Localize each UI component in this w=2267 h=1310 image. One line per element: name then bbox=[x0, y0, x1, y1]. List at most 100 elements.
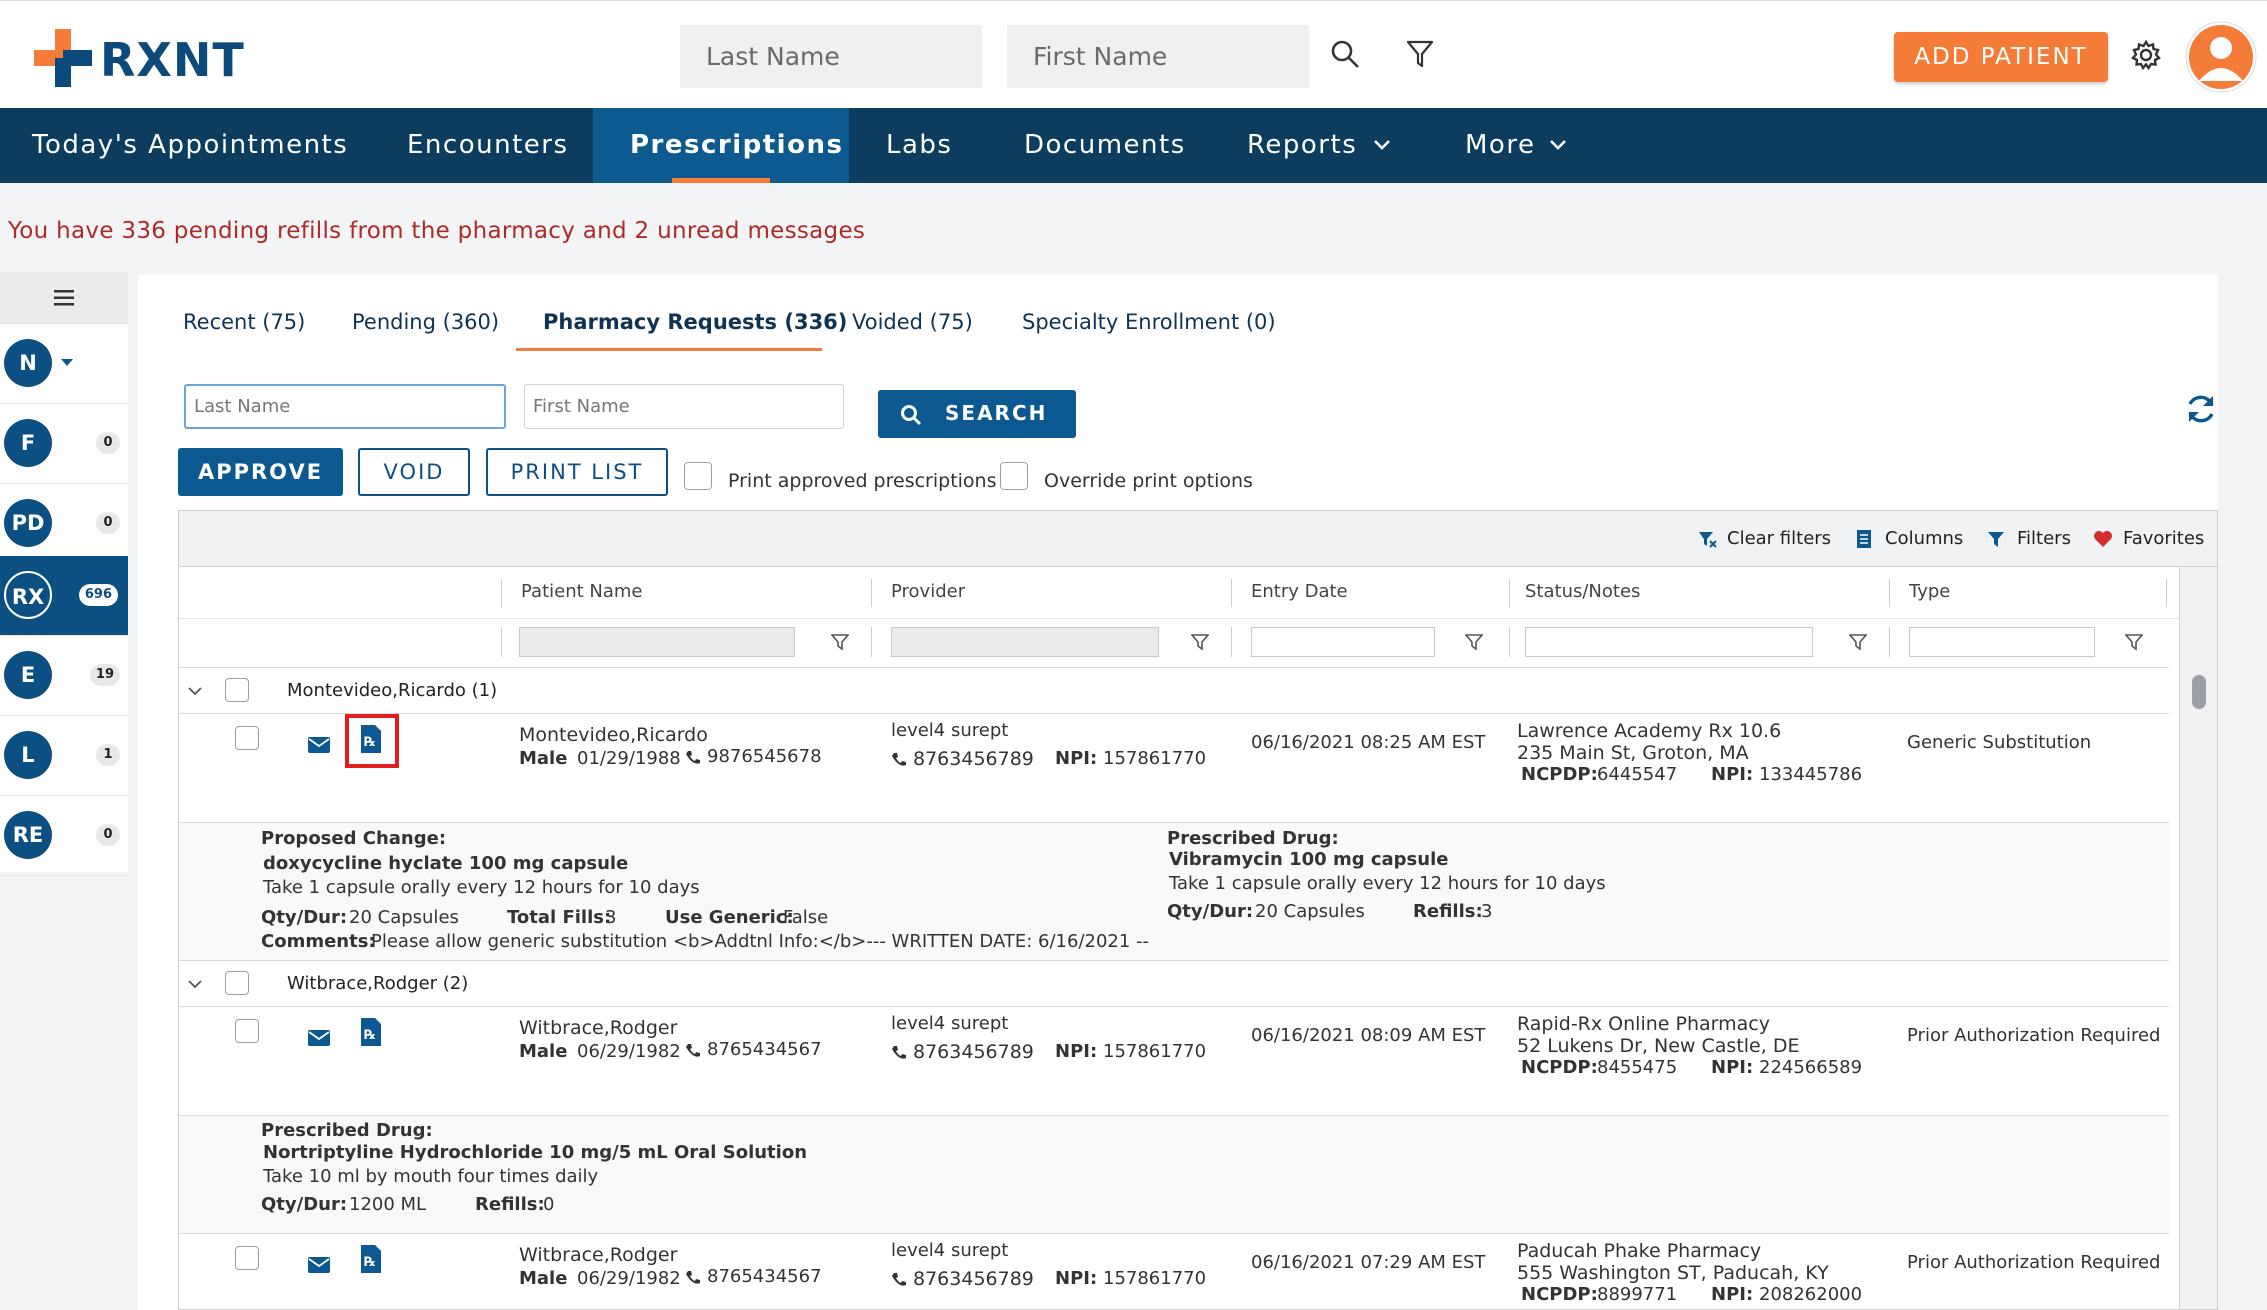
nav-todays-appointments[interactable]: Today's Appointments bbox=[0, 108, 369, 183]
search-button[interactable]: SEARCH bbox=[878, 390, 1076, 438]
rx-document-icon[interactable]: ℞ bbox=[359, 1244, 383, 1274]
chevron-down-icon[interactable] bbox=[187, 979, 203, 991]
filter-icon[interactable] bbox=[2125, 633, 2143, 651]
logo-text: RXNT bbox=[100, 33, 245, 87]
group-checkbox[interactable] bbox=[225, 971, 249, 995]
row-checkbox[interactable] bbox=[235, 1246, 259, 1270]
override-print-checkbox[interactable] bbox=[1000, 462, 1028, 490]
refresh-icon[interactable] bbox=[2184, 392, 2218, 426]
print-list-button[interactable]: PRINT LIST bbox=[486, 448, 668, 496]
group-checkbox[interactable] bbox=[225, 678, 249, 702]
patient-phone: 8765434567 bbox=[707, 1039, 822, 1060]
col-patient-name[interactable]: Patient Name bbox=[521, 581, 643, 602]
filter-type[interactable] bbox=[1909, 627, 2095, 657]
tab-specialty-enrollment[interactable]: Specialty Enrollment (0) bbox=[1022, 310, 1276, 334]
nav-documents[interactable]: Documents bbox=[1011, 108, 1235, 183]
tab-pending[interactable]: Pending (360) bbox=[352, 310, 499, 334]
table-row[interactable]: ℞ Witbrace,Rodger Male 06/29/1982 876543… bbox=[179, 1233, 2169, 1309]
add-patient-button[interactable]: ADD PATIENT bbox=[1894, 32, 2108, 82]
group-row[interactable]: Montevideo,Ricardo (1) bbox=[179, 667, 2169, 714]
nav-label: Encounters bbox=[407, 130, 569, 160]
pharmacy-npi: 224566589 bbox=[1759, 1057, 1863, 1078]
rail-item-pd[interactable]: PD 0 bbox=[0, 484, 128, 564]
prescribed-sig: Take 10 ml by mouth four times daily bbox=[263, 1166, 599, 1187]
col-provider[interactable]: Provider bbox=[891, 581, 965, 602]
col-entry-date[interactable]: Entry Date bbox=[1251, 581, 1348, 602]
rail-menu-toggle[interactable] bbox=[0, 272, 128, 324]
tab-pharmacy-requests[interactable]: Pharmacy Requests (336) bbox=[543, 310, 847, 334]
filter-icon[interactable] bbox=[1465, 633, 1483, 651]
rail-item-n[interactable]: N bbox=[0, 324, 128, 404]
grid-scrollbar[interactable] bbox=[2179, 567, 2217, 1309]
pharmacy-address: 235 Main St, Groton, MA bbox=[1517, 742, 1749, 764]
nav-labs[interactable]: Labs bbox=[849, 108, 1011, 183]
rail-circle: E bbox=[4, 651, 52, 699]
row-checkbox[interactable] bbox=[235, 1019, 259, 1043]
app-header: RXNT ADD PATIENT bbox=[0, 0, 2267, 108]
envelope-icon[interactable] bbox=[307, 736, 331, 754]
header-last-name-input[interactable] bbox=[680, 25, 982, 88]
nav-label: Reports bbox=[1247, 130, 1358, 160]
nav-encounters[interactable]: Encounters bbox=[369, 108, 593, 183]
row-checkbox[interactable] bbox=[235, 726, 259, 750]
gear-icon[interactable] bbox=[2130, 39, 2162, 71]
scrollbar-thumb[interactable] bbox=[2192, 675, 2206, 709]
avatar[interactable] bbox=[2185, 21, 2257, 93]
filter-status-notes[interactable] bbox=[1525, 627, 1813, 657]
table-row[interactable]: ℞ Witbrace,Rodger Male 06/29/1982 876543… bbox=[179, 1007, 2169, 1115]
rail-item-e[interactable]: E 19 bbox=[0, 636, 128, 716]
col-status-notes[interactable]: Status/Notes bbox=[1525, 581, 1640, 602]
filter-icon[interactable] bbox=[1405, 39, 1435, 69]
patient-gender: Male bbox=[519, 748, 568, 769]
patient-name-link[interactable]: Montevideo,Ricardo bbox=[519, 724, 708, 746]
patient-name-link[interactable]: Witbrace,Rodger bbox=[519, 1017, 677, 1039]
patient-name-link[interactable]: Witbrace,Rodger bbox=[519, 1244, 677, 1266]
tab-recent[interactable]: Recent (75) bbox=[183, 310, 305, 334]
void-button[interactable]: VOID bbox=[358, 448, 470, 496]
rail-item-rx[interactable]: RX 696 bbox=[0, 556, 128, 636]
filter-patient-name[interactable] bbox=[519, 627, 795, 657]
rail-circle: F bbox=[4, 419, 52, 467]
request-type: Prior Authorization Required bbox=[1907, 1025, 2161, 1046]
table-row[interactable]: ℞ Montevideo,Ricardo Male 01/29/1988 987… bbox=[179, 714, 2169, 822]
filter-provider[interactable] bbox=[891, 627, 1159, 657]
group-row[interactable]: Witbrace,Rodger (2) bbox=[179, 960, 2169, 1007]
search-icon[interactable] bbox=[1330, 39, 1360, 69]
comments-value: Please allow generic substitution <b>Add… bbox=[371, 931, 1150, 952]
rx-document-icon[interactable]: ℞ bbox=[359, 1017, 383, 1047]
favorites-button[interactable]: Favorites bbox=[2093, 528, 2204, 549]
comments-label: Comments: bbox=[261, 931, 376, 952]
favorites-label: Favorites bbox=[2123, 528, 2205, 549]
approve-button[interactable]: APPROVE bbox=[178, 448, 343, 496]
filter-icon[interactable] bbox=[831, 633, 849, 651]
header-first-name-input[interactable] bbox=[1007, 25, 1309, 88]
qty-label: Qty/Dur: bbox=[261, 1194, 348, 1215]
chevron-down-icon[interactable] bbox=[187, 686, 203, 698]
rail-item-f[interactable]: F 0 bbox=[0, 404, 128, 484]
envelope-icon[interactable] bbox=[307, 1029, 331, 1047]
nav-reports[interactable]: Reports bbox=[1235, 108, 1425, 183]
nav-more[interactable]: More bbox=[1425, 108, 1605, 183]
rail-item-re[interactable]: RE 0 bbox=[0, 796, 128, 876]
prescribed-sig: Take 1 capsule orally every 12 hours for… bbox=[1169, 873, 1606, 894]
clear-filters-button[interactable]: Clear filters bbox=[1697, 528, 1831, 549]
proposed-sig: Take 1 capsule orally every 12 hours for… bbox=[263, 877, 700, 898]
filter-entry-date[interactable] bbox=[1251, 627, 1435, 657]
tab-voided[interactable]: Voided (75) bbox=[852, 310, 973, 334]
rail-circle: RX bbox=[4, 571, 52, 619]
print-approved-checkbox[interactable] bbox=[684, 462, 712, 490]
nav-prescriptions[interactable]: Prescriptions bbox=[593, 108, 849, 183]
filter-icon[interactable] bbox=[1191, 633, 1209, 651]
envelope-icon[interactable] bbox=[307, 1256, 331, 1274]
filters-button[interactable]: Filters bbox=[1987, 528, 2071, 549]
last-name-input[interactable] bbox=[184, 384, 506, 429]
filter-icon[interactable] bbox=[1849, 633, 1867, 651]
npi-label: NPI: bbox=[1055, 1268, 1098, 1289]
rx-document-icon[interactable]: ℞ bbox=[359, 724, 383, 754]
pending-refills-alert[interactable]: You have 336 pending refills from the ph… bbox=[8, 218, 865, 244]
first-name-input[interactable] bbox=[524, 384, 844, 429]
side-rail: N F 0 PD 0 RX 696 E 19 L 1 RE 0 bbox=[0, 272, 128, 876]
col-type[interactable]: Type bbox=[1909, 581, 1950, 602]
columns-button[interactable]: Columns bbox=[1855, 528, 1963, 549]
rail-item-l[interactable]: L 1 bbox=[0, 716, 128, 796]
